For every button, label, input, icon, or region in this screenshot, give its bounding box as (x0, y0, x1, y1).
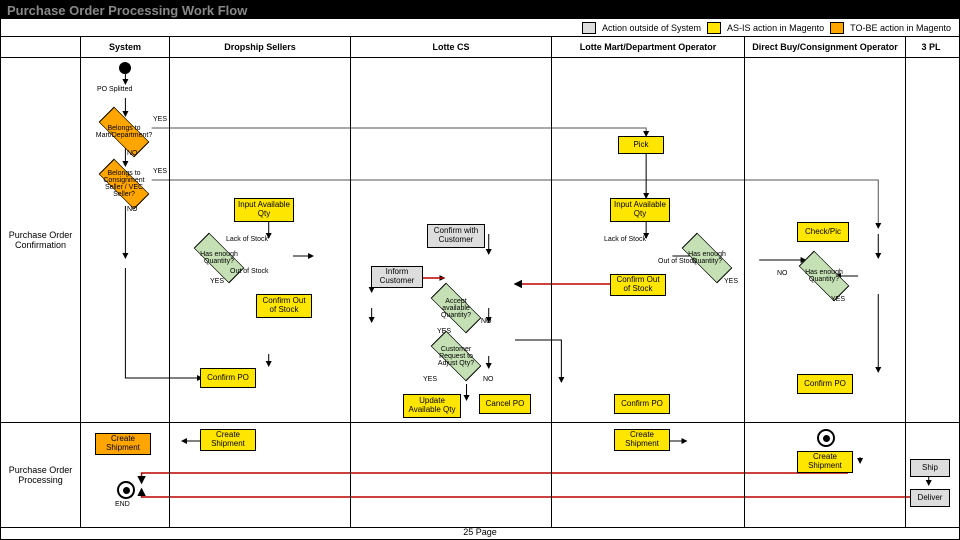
out-stock-1: Out of Stock (230, 268, 269, 275)
decision-belongs-consign: Belongs to Consignment Seller / VEC Sell… (99, 166, 149, 202)
lane-system: System (81, 37, 169, 57)
pick: Pick (618, 136, 664, 154)
yes-2: YES (153, 168, 167, 175)
has-enough-direct: Has enough Quantity? (799, 258, 849, 294)
no-1: NO (127, 150, 138, 157)
lane-direct-buy: Direct Buy/Consignment Operator (745, 37, 905, 57)
yes-6: YES (724, 278, 738, 285)
no-3: NO (481, 318, 492, 325)
row-po-confirmation: Purchase Order Confirmation (1, 58, 959, 423)
legend-label-c: TO-BE action in Magento (850, 23, 951, 33)
no-2: NO (127, 206, 138, 213)
row-po-processing: Purchase Order Processing Create Shipmen… (1, 423, 959, 528)
lane-dropship: Dropship Sellers (170, 37, 350, 57)
confirm-po-mart: Confirm PO (614, 394, 670, 414)
title-bar: Purchase Order Processing Work Flow (1, 1, 959, 19)
inform-customer: Inform Customer (371, 266, 423, 288)
input-qty-mart: Input Available Qty (610, 198, 670, 222)
page-number: 25 Page (463, 527, 497, 537)
start-node (119, 62, 131, 74)
merge-node (817, 429, 835, 447)
accept-quantity: Accept available Quantity? (431, 290, 481, 326)
po-splitted-label: PO Splitted (97, 86, 132, 93)
lack-stock-2: Lack of Stock (604, 236, 646, 243)
corner-cell (1, 37, 81, 57)
lane-lotte-cs: Lotte CS (351, 37, 551, 57)
rowhead-process: Purchase Order Processing (1, 423, 81, 527)
check-pic: Check/Pic (797, 222, 849, 242)
yes-1: YES (153, 116, 167, 123)
legend-swatch-gray (582, 22, 596, 34)
no-5: NO (777, 270, 788, 277)
legend-swatch-yellow (707, 22, 721, 34)
title: Purchase Order Processing Work Flow (7, 3, 247, 18)
lane-lotte-mart: Lotte Mart/Department Operator (552, 37, 744, 57)
yes-7: YES (831, 296, 845, 303)
yes-3: YES (210, 278, 224, 285)
create-shipment-direct: Create Shipment (797, 451, 853, 473)
yes-5: YES (423, 376, 437, 383)
confirm-with-customer: Confirm with Customer (427, 224, 485, 248)
no-4: NO (483, 376, 494, 383)
confirm-po-direct: Confirm PO (797, 374, 853, 394)
end-label: END (115, 501, 130, 508)
create-shipment-dropship: Create Shipment (200, 429, 256, 451)
legend-label-a: Action outside of System (602, 23, 701, 33)
create-shipment-system: Create Shipment (95, 433, 151, 455)
decision-belongs-mart: Belongs to Mart/Department? (99, 114, 149, 150)
legend-swatch-orange (830, 22, 844, 34)
confirm-out-dropship: Confirm Out of Stock (256, 294, 312, 318)
workflow-diagram: Purchase Order Processing Work Flow Acti… (0, 0, 960, 540)
confirm-po-dropship: Confirm PO (200, 368, 256, 388)
update-qty: Update Available Qty (403, 394, 461, 418)
has-enough-mart: Has enough Quantity? (682, 240, 732, 276)
legend: Action outside of System AS-IS action in… (1, 19, 959, 37)
rowhead-confirm: Purchase Order Confirmation (1, 58, 81, 422)
lane-header-row: System Dropship Sellers Lotte CS Lotte M… (1, 37, 959, 58)
input-qty-dropship: Input Available Qty (234, 198, 294, 222)
cust-request-adjust: Customer Request to Adjust Qty? (431, 338, 481, 374)
lane-3pl: 3 PL (906, 37, 956, 57)
legend-label-b: AS-IS action in Magento (727, 23, 824, 33)
end-node (117, 481, 135, 499)
confirm-out-mart: Confirm Out of Stock (610, 274, 666, 296)
cancel-po: Cancel PO (479, 394, 531, 414)
create-shipment-mart: Create Shipment (614, 429, 670, 451)
deliver: Deliver (910, 489, 950, 507)
ship: Ship (910, 459, 950, 477)
